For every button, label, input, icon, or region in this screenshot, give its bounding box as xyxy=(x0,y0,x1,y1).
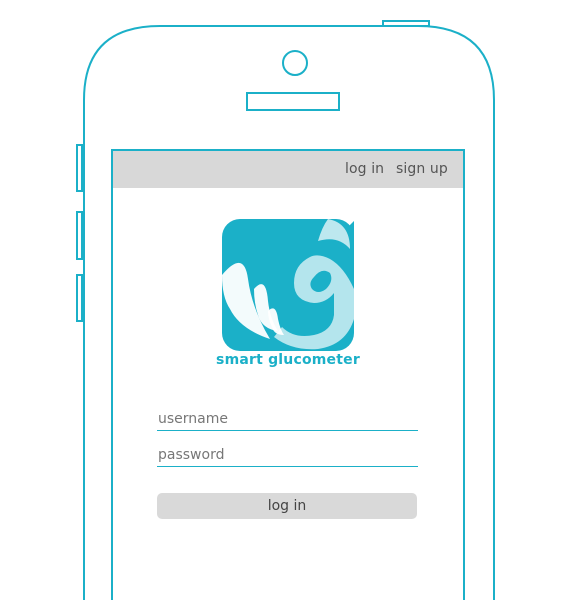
password-field[interactable] xyxy=(157,444,418,467)
volume-down-button xyxy=(76,274,83,322)
front-camera xyxy=(282,50,308,76)
app-screen: log in sign up smart glucometer log in xyxy=(113,151,463,600)
earpiece-speaker xyxy=(246,92,340,111)
volume-up-button xyxy=(76,211,83,260)
login-button[interactable]: log in xyxy=(157,493,417,519)
app-logo-icon xyxy=(222,219,354,351)
nav-login-link[interactable]: log in xyxy=(345,161,384,177)
mute-switch xyxy=(76,144,83,192)
nav-signup-link[interactable]: sign up xyxy=(396,161,448,177)
username-field[interactable] xyxy=(157,408,418,431)
top-nav-bar: log in sign up xyxy=(113,151,463,188)
logo-wordmark: smart glucometer xyxy=(216,352,360,368)
power-button xyxy=(382,20,430,27)
